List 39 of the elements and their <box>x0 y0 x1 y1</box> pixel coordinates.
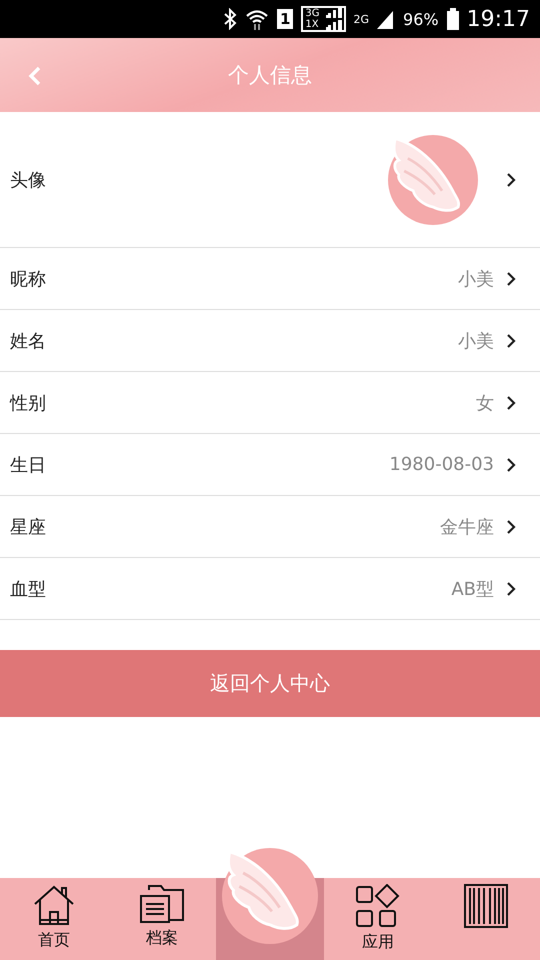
field-label: 头像 <box>10 169 47 192</box>
house-icon <box>32 884 76 926</box>
back-icon <box>28 66 42 86</box>
field-value: 女 <box>476 392 494 414</box>
sim-label: 1 <box>276 9 294 29</box>
field-value: 小美 <box>458 268 494 290</box>
chevron-right-icon <box>506 580 516 596</box>
chevron-right-icon <box>506 332 516 348</box>
field-value: 小美 <box>458 330 494 352</box>
nav-tab[interactable]: 应用 <box>324 878 432 960</box>
field-label: 血型 <box>10 578 47 600</box>
battery-label: 96% <box>403 10 439 28</box>
wifi-icon <box>244 8 269 30</box>
field-label: 昵称 <box>10 268 47 290</box>
field-label: 姓名 <box>10 330 47 352</box>
chevron-right-icon <box>506 518 516 534</box>
field-value: 金牛座 <box>440 516 494 538</box>
chevron-right-icon <box>506 456 516 472</box>
field-label: 性别 <box>10 392 47 414</box>
field-label: 生日 <box>10 454 47 476</box>
wing-logo-icon <box>222 848 318 944</box>
field-value: AB型 <box>451 578 494 600</box>
apps-grid-icon <box>355 884 401 928</box>
clock: 19:17 <box>466 6 530 32</box>
field-label: 星座 <box>10 516 47 538</box>
nav-tab[interactable]: 首页 <box>0 878 108 960</box>
field-value: 1980-08-03 <box>389 454 494 475</box>
bluetooth-icon <box>222 8 237 30</box>
nav-tab[interactable]: 档案 <box>108 878 216 960</box>
network-label: 2G <box>354 12 370 26</box>
chevron-right-icon <box>506 394 516 410</box>
network-indicator: 3G 1X <box>301 6 346 32</box>
barcode-icon <box>464 884 508 928</box>
battery-icon <box>446 8 459 30</box>
signal-icon <box>377 9 396 29</box>
chevron-right-icon <box>506 270 516 286</box>
page-title: 个人信息 <box>228 62 312 89</box>
chevron-right-icon <box>506 172 516 188</box>
folder-icon <box>139 884 185 924</box>
